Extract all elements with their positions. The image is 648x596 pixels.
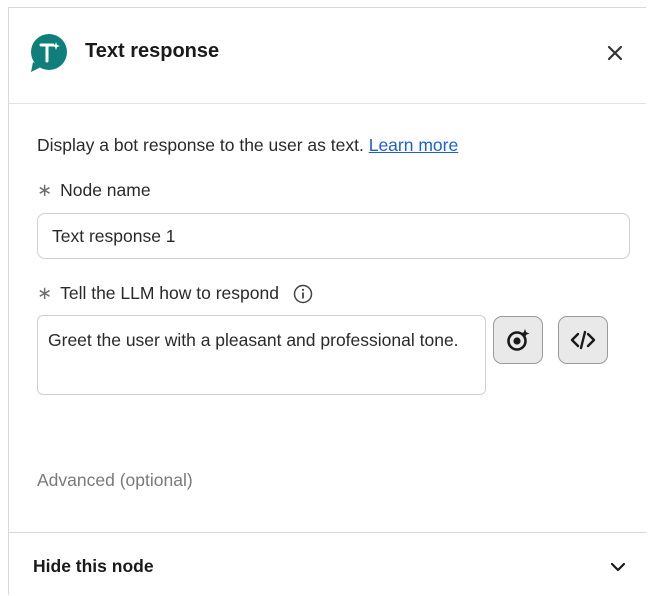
description-text: Display a bot response to the user as te… [37,135,369,155]
code-icon [570,330,596,350]
ai-assist-button[interactable] [493,316,543,364]
llm-instruction-label: ∗ Tell the LLM how to respond [37,283,313,304]
node-name-input[interactable]: Text response 1 [37,213,630,259]
panel-header: Text response [9,8,646,104]
text-response-panel: Text response Display a bot response to … [8,7,646,595]
ai-assist-icon [507,329,530,351]
text-response-node-icon [31,34,67,72]
llm-instruction-label-text: Tell the LLM how to respond [60,283,279,303]
code-button[interactable] [558,316,608,364]
panel-description: Display a bot response to the user as te… [37,135,458,156]
chevron-down-icon[interactable] [608,557,628,577]
required-marker: ∗ [37,283,53,303]
hide-node-label: Hide this node [33,556,154,576]
required-marker: ∗ [37,180,53,200]
node-name-label-text: Node name [60,180,151,200]
close-icon[interactable] [602,40,628,66]
node-name-label: ∗ Node name [37,180,151,201]
info-icon[interactable] [293,284,313,304]
learn-more-link[interactable]: Learn more [369,135,459,155]
hide-node-section[interactable]: Hide this node [9,532,646,596]
panel-title: Text response [85,40,220,62]
llm-instruction-textarea[interactable]: Greet the user with a pleasant and profe… [37,315,486,395]
advanced-optional-toggle[interactable]: Advanced (optional) [37,470,193,491]
